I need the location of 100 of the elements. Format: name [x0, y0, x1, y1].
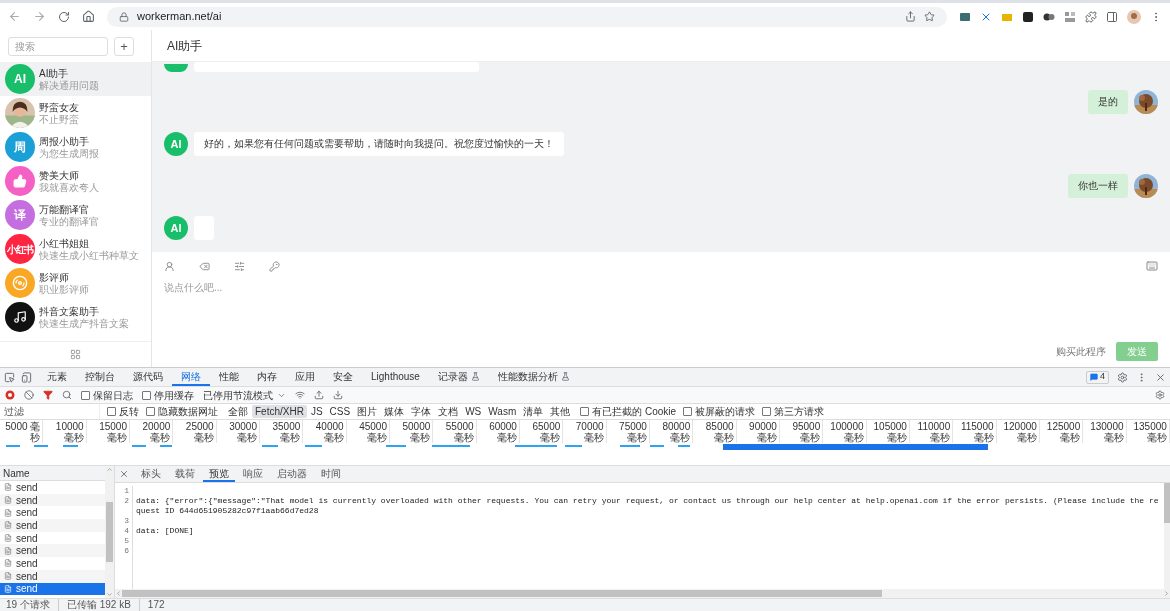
detail-tab[interactable]: 启动器: [271, 466, 313, 482]
detail-tab[interactable]: 响应: [237, 466, 269, 482]
throttling-dropdown[interactable]: 已停用节流模式: [203, 387, 286, 403]
grid-icon[interactable]: [70, 349, 81, 360]
scroll-left-icon[interactable]: [115, 590, 122, 597]
scrollbar[interactable]: [105, 466, 114, 598]
bookmark-star-icon[interactable]: [924, 11, 935, 22]
type-filter[interactable]: Fetch/XHR: [252, 405, 307, 418]
line-number: 4: [124, 526, 129, 536]
line-number: 1: [124, 486, 129, 496]
contact-item[interactable]: AI AI助手 解决通用问题: [0, 62, 151, 96]
timeline-tick: 15000 毫秒: [98, 420, 127, 443]
clear-icon[interactable]: [24, 390, 34, 400]
detail-tab[interactable]: 载荷: [169, 466, 201, 482]
devtools-tab[interactable]: 元素: [38, 368, 76, 386]
keyboard-icon[interactable]: [1146, 260, 1158, 272]
devtools-tab[interactable]: 源代码: [124, 368, 172, 386]
thumbs-up-icon: [13, 174, 27, 188]
wifi-icon[interactable]: [295, 390, 305, 400]
timeline-tick: 10000 毫秒: [54, 420, 84, 443]
detail-tab[interactable]: 时间: [315, 466, 347, 482]
request-row[interactable]: send: [0, 544, 105, 558]
type-filter[interactable]: 媒体: [381, 405, 408, 418]
checkbox[interactable]: 保留日志: [81, 387, 133, 403]
reload-icon[interactable]: [58, 10, 70, 23]
upload-icon[interactable]: [314, 390, 324, 400]
filter-field[interactable]: 过滤: [0, 404, 100, 419]
scroll-down-icon[interactable]: [106, 591, 113, 598]
backspace-icon[interactable]: [199, 260, 210, 272]
type-filter[interactable]: CSS: [326, 405, 354, 418]
type-filter[interactable]: 清单: [520, 405, 547, 418]
close-icon[interactable]: [119, 469, 129, 479]
type-filter[interactable]: 其他: [547, 405, 574, 418]
devtools-tab[interactable]: 内存: [248, 368, 286, 386]
devtools-tab[interactable]: Lighthouse: [362, 368, 429, 386]
vertical-scrollbar[interactable]: [1164, 483, 1170, 589]
url-text: workerman.net/ai: [137, 9, 222, 25]
timeline-tick: 85000 毫秒: [704, 420, 734, 443]
settings-icon[interactable]: [1117, 371, 1128, 383]
horizontal-scrollbar[interactable]: [115, 589, 1170, 598]
type-filter[interactable]: Wasm: [485, 405, 520, 418]
timeline-tick: 120000 毫秒: [1002, 420, 1037, 443]
contact-name: 万能翻译官: [39, 202, 90, 216]
back-icon[interactable]: [8, 10, 21, 23]
type-filter[interactable]: 字体: [408, 405, 435, 418]
search-field[interactable]: 搜索: [8, 36, 108, 56]
issues-badge[interactable]: 4: [1086, 370, 1109, 384]
type-filter[interactable]: 图片: [354, 405, 381, 418]
filter-icon[interactable]: [43, 390, 53, 400]
checkbox[interactable]: 反转: [107, 404, 139, 419]
devtools-tab[interactable]: 性能数据分析: [488, 368, 579, 386]
inspect-icon[interactable]: [4, 371, 15, 383]
timeline-tick: 90000 毫秒: [748, 420, 777, 443]
type-filter[interactable]: 全部: [225, 405, 251, 418]
request-row[interactable]: send: [0, 519, 105, 532]
film-reel-icon: [12, 275, 28, 291]
devtools-tab[interactable]: 记录器: [428, 368, 489, 386]
scroll-right-icon[interactable]: [1163, 590, 1170, 597]
timeline-tick: 75000 毫秒: [618, 420, 647, 443]
buy-program-link[interactable]: 购买此程序: [1056, 344, 1106, 359]
close-icon[interactable]: [1155, 371, 1166, 383]
type-filter[interactable]: JS: [307, 405, 326, 418]
address-bar[interactable]: workerman.net/ai: [107, 6, 947, 27]
file-icon: [4, 521, 12, 530]
download-icon[interactable]: [333, 390, 343, 400]
device-toolbar-icon[interactable]: [21, 371, 32, 383]
detail-tab[interactable]: 标头: [135, 466, 167, 482]
detail-tab[interactable]: 预览: [203, 466, 235, 482]
checkbox[interactable]: 第三方请求: [762, 404, 825, 419]
sliders-icon[interactable]: [234, 260, 245, 272]
user-icon[interactable]: [164, 260, 175, 272]
timeline-tick: 110000 毫秒: [916, 420, 951, 443]
checkbox[interactable]: 停用缓存: [142, 387, 194, 403]
checkbox[interactable]: 隐藏数据网址: [146, 404, 218, 419]
devtools-tab[interactable]: 安全: [324, 368, 362, 386]
search-icon[interactable]: [62, 390, 72, 400]
timeline-tick: 130000 毫秒: [1089, 420, 1124, 443]
devtools-tab[interactable]: 控制台: [76, 368, 124, 386]
extension-icon[interactable]: [1022, 10, 1034, 23]
message-input[interactable]: 说点什么吧...: [164, 280, 1158, 342]
add-button[interactable]: +: [114, 36, 134, 56]
profile-avatar-icon[interactable]: [1127, 9, 1141, 24]
side-panel-icon[interactable]: [1106, 10, 1118, 23]
home-icon[interactable]: [82, 10, 95, 23]
message-icon: [1090, 373, 1098, 381]
type-filter[interactable]: WS: [462, 405, 485, 418]
scroll-up-icon[interactable]: [106, 466, 113, 473]
devtools-tab[interactable]: 应用: [286, 368, 324, 386]
devtools-tab[interactable]: 性能: [210, 368, 248, 386]
record-icon[interactable]: [5, 390, 15, 400]
forward-icon[interactable]: [33, 10, 46, 23]
checkbox[interactable]: 有已拦截的 Cookie: [580, 404, 677, 419]
settings-icon[interactable]: [1155, 390, 1165, 400]
type-filter[interactable]: 文档: [435, 405, 462, 418]
key-icon[interactable]: [269, 260, 280, 272]
share-icon[interactable]: [905, 11, 916, 22]
timeline-tick: 40000 毫秒: [314, 420, 344, 443]
checkbox[interactable]: 被屏蔽的请求: [683, 404, 756, 419]
file-icon: [4, 584, 12, 593]
extensions-puzzle-icon[interactable]: [1085, 10, 1097, 23]
